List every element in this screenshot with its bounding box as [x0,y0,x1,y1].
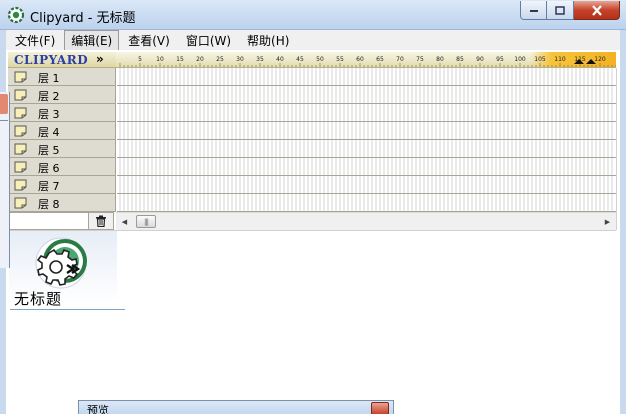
ruler-tick-label: 55 [336,56,344,63]
layer-label: 层 6 [38,162,60,175]
layer-icon [14,179,27,191]
ruler-tick-label: 105 [534,56,546,63]
menu-bar: 文件(F) 编辑(E) 查看(V) 窗口(W) 帮助(H) [6,29,620,51]
ruler-tick-label: 45 [296,56,304,63]
ruler-tick-label: 100 [514,56,526,63]
scroll-thumb[interactable]: ||| [136,215,156,228]
layer-icon [14,143,27,155]
floating-panel-close-button[interactable] [0,94,8,114]
ruler-tick-label: 10 [156,56,164,63]
layer-row-7[interactable]: 层 7 [8,176,116,194]
layer-label: 层 1 [38,72,60,85]
ruler-tick-label: 15 [176,56,184,63]
close-button[interactable] [574,1,620,20]
floating-panel-divider [0,120,8,121]
window-title: Clipyard - 无标题 [30,11,136,26]
ruler-tick-label: 110 [554,56,566,63]
maximize-icon [555,5,565,15]
document-name-underline [10,309,125,310]
timeline-grid[interactable] [117,68,616,212]
layer-icon [14,107,27,119]
scroll-left-icon: ◀ [121,217,128,226]
layer-label: 层 3 [38,108,60,121]
ruler-tick-label: 40 [276,56,284,63]
menu-edit[interactable]: 编辑(E) [64,29,120,51]
layer-list: 层 1 层 2 层 3 层 4 层 5 层 6 层 7 层 8 [8,68,116,212]
preview-panel-title: 预览 [87,404,109,414]
layer-label: 层 2 [38,90,60,103]
layer-row-5[interactable]: 层 5 [8,140,116,158]
layer-label: 层 7 [38,180,60,193]
preview-panel[interactable]: 预览 [78,400,394,414]
layer-row-6[interactable]: 层 6 [8,158,116,176]
caption-buttons [520,1,620,20]
ruler-tick-label: 5 [138,56,142,63]
scroll-grip-icon: ||| [143,217,149,226]
clipyard-gear-icon [7,6,25,24]
ruler-ticks: 5 10 15 20 25 30 35 40 45 50 55 60 65 70 75 80 85 90 95 100… [119,56,616,67]
title-bar[interactable]: Clipyard - 无标题 [0,0,626,30]
menu-window[interactable]: 窗口(W) [179,30,238,51]
ruler-tick-label: 75 [416,56,424,63]
ruler-tick-label: 35 [256,56,264,63]
ruler-tick-label: 120 [594,56,606,63]
ruler-tick-label: 65 [376,56,384,63]
layer-row-1[interactable]: 层 1 [8,68,116,86]
menu-view[interactable]: 查看(V) [121,30,177,51]
floating-panel-edge [0,92,10,268]
layer-row-8[interactable]: 层 8 [8,194,116,212]
ruler-tick-label: 20 [196,56,204,63]
close-icon [591,4,602,16]
ruler-tick-label: 90 [476,56,484,63]
delete-layer-button[interactable] [88,212,114,230]
scroll-right-button[interactable]: ▶ [599,213,616,230]
minimize-button[interactable] [520,1,547,20]
layer-icon [14,89,27,101]
timeline-horizontal-scrollbar[interactable]: ◀ ||| ▶ [116,212,616,230]
timeline-frames [117,68,616,212]
layer-label: 层 8 [38,198,60,211]
timeline-right-border [616,68,617,230]
layer-row-2[interactable]: 层 2 [8,86,116,104]
layer-label: 层 4 [38,126,60,139]
layer-row-4[interactable]: 层 4 [8,122,116,140]
maximize-button[interactable] [547,1,574,20]
clipyard-logo: CLIPYARD » [8,52,116,68]
layer-icon [14,197,27,209]
ruler-tick-label: 95 [496,56,504,63]
timeline-ruler[interactable]: 5 10 15 20 25 30 35 40 45 50 55 60 65 70 75 80 85 90 95 100… [116,52,616,68]
menu-file[interactable]: 文件(F) [8,30,62,51]
logo-arrows: » [96,52,104,66]
layer-icon [14,71,27,83]
layer-icon [14,161,27,173]
layer-icon [14,125,27,137]
ruler-tick-label: 70 [396,56,404,63]
ruler-tick-label: 50 [316,56,324,63]
trash-icon [96,215,106,227]
document-name[interactable]: 无标题 [14,288,62,309]
main-client-area: CLIPYARD » 5 10 15 20 25 30 35 40 45 50 55 60 65 70 75… [6,50,620,414]
layer-label: 层 5 [38,144,60,157]
ruler-tick-label: 25 [216,56,224,63]
ruler-tick-label: 60 [356,56,364,63]
logo-text: CLIPYARD [14,53,89,67]
scroll-right-icon: ▶ [604,217,611,226]
scroll-left-button[interactable]: ◀ [116,213,133,230]
minimize-icon [529,10,538,12]
ruler-tick-label: 85 [456,56,464,63]
ruler-tick-label: 80 [436,56,444,63]
preview-close-button[interactable] [371,402,389,414]
ruler-tick-label: 30 [236,56,244,63]
menu-help[interactable]: 帮助(H) [240,30,296,51]
layer-row-3[interactable]: 层 3 [8,104,116,122]
